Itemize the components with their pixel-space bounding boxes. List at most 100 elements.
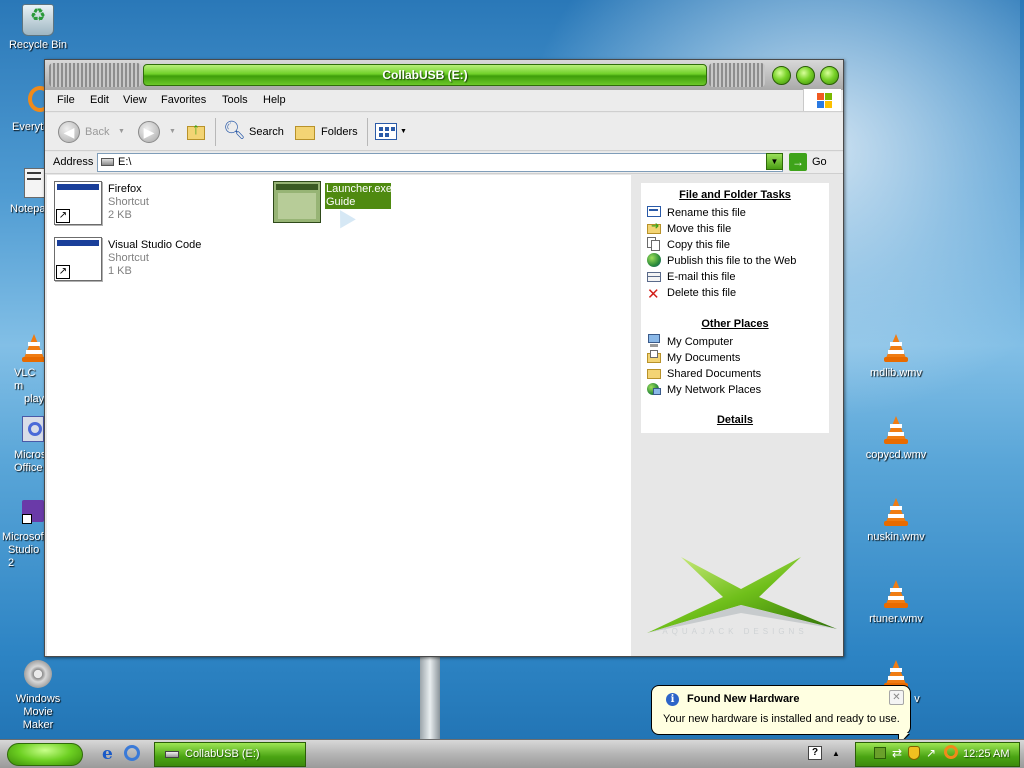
drive-icon xyxy=(165,751,179,758)
task-delete[interactable]: ✕ Delete this file xyxy=(647,285,737,302)
menu-view[interactable]: View xyxy=(123,94,147,106)
start-button[interactable] xyxy=(7,743,83,766)
application-file-icon xyxy=(273,181,321,223)
chevron-up-icon[interactable]: ▲ xyxy=(832,749,840,758)
menu-favorites[interactable]: Favorites xyxy=(161,94,206,106)
address-dropdown-button[interactable]: ▼ xyxy=(766,153,783,170)
desktop-icon-recycle-bin[interactable]: Recycle Bin xyxy=(0,4,76,52)
shortcut-arrow-icon: ↗ xyxy=(56,265,70,279)
wallpaper-pole xyxy=(420,654,440,740)
back-button[interactable]: ◀ Back ▼ xyxy=(58,120,125,144)
desktop-icon-label: Office xyxy=(14,462,43,474)
toolbar: ◀ Back ▼ ▶ ▼ ↑ 🔍︎ Search Folders ▼ xyxy=(45,113,843,151)
taskbar-button-collabusb[interactable]: CollabUSB (E:) xyxy=(154,742,306,767)
desktop-icon-everything[interactable]: Everyth xyxy=(0,86,46,134)
taskbar: e CollabUSB (E:) ? ▲ ⇄ ↗ 12:25 AM xyxy=(0,739,1024,768)
notepad-icon xyxy=(24,168,46,200)
desktop-icon-label: mdlib.wmv xyxy=(870,367,922,379)
task-copy[interactable]: Copy this file xyxy=(647,237,730,253)
vlc-cone-icon xyxy=(880,414,912,446)
file-name: Visual Studio Code xyxy=(108,239,202,251)
details-heading[interactable]: Details xyxy=(641,414,829,426)
brand-text: AQUAJACK DESIGNS xyxy=(662,627,808,636)
address-label: Address xyxy=(53,156,94,168)
desktop-icon-label: Micros xyxy=(14,449,46,461)
place-shared-documents[interactable]: Shared Documents xyxy=(647,366,761,382)
file-name: Firefox xyxy=(108,183,142,195)
views-button[interactable]: ▼ xyxy=(375,120,409,144)
move-icon: ➜ xyxy=(647,221,661,235)
file-item-vscode[interactable]: ↗ Visual Studio Code Shortcut 1 KB xyxy=(54,237,254,285)
notification-balloon[interactable]: i Found New Hardware Your new hardware i… xyxy=(651,685,911,735)
file-list[interactable]: ↗ Firefox Shortcut 2 KB ↗ Visual Studio … xyxy=(47,175,631,656)
documents-icon xyxy=(647,350,661,364)
go-button[interactable]: → xyxy=(789,153,807,171)
copy-icon xyxy=(647,237,661,251)
task-label: Delete this file xyxy=(667,287,737,299)
search-icon: 🔍︎ xyxy=(223,120,246,140)
title-grip xyxy=(709,63,765,87)
globe-icon xyxy=(647,253,661,267)
address-input[interactable]: E:\ xyxy=(97,153,783,172)
close-button[interactable] xyxy=(820,66,839,85)
place-my-documents[interactable]: My Documents xyxy=(647,350,740,366)
network-tray-icon[interactable]: ⇄ xyxy=(892,746,902,760)
task-move[interactable]: ➜ Move this file xyxy=(647,221,731,237)
menu-edit[interactable]: Edit xyxy=(90,94,109,106)
help-icon[interactable]: ? xyxy=(808,746,822,760)
file-item-firefox[interactable]: ↗ Firefox Shortcut 2 KB xyxy=(54,181,214,229)
search-button[interactable]: 🔍︎ Search xyxy=(223,120,287,144)
explorer-window: CollabUSB (E:) File Edit View Favorites … xyxy=(44,59,844,657)
computer-icon xyxy=(647,334,661,348)
file-tasks-heading[interactable]: File and Folder Tasks xyxy=(641,189,829,201)
selected-file-label: Launcher.exe Guide xyxy=(325,183,393,209)
desktop-file-mdlib[interactable]: mdlib.wmv xyxy=(858,332,934,380)
place-my-computer[interactable]: My Computer xyxy=(647,334,733,350)
desktop-icon-label: nuskin.wmv xyxy=(867,531,925,543)
maximize-button[interactable] xyxy=(796,66,815,85)
shortcut-file-icon: ↗ xyxy=(54,237,102,281)
usb-icon[interactable] xyxy=(874,747,886,759)
task-label: Publish this file to the Web xyxy=(667,255,797,267)
place-network[interactable]: My Network Places xyxy=(647,382,761,398)
notification-close-button[interactable]: ✕ xyxy=(889,690,904,705)
up-folder-button[interactable]: ↑ xyxy=(187,120,211,144)
place-label: Shared Documents xyxy=(667,368,762,380)
everything-tray-icon[interactable] xyxy=(944,745,958,759)
desktop-icon-label: Studio 2 xyxy=(8,544,40,569)
clock[interactable]: 12:25 AM xyxy=(963,748,1009,760)
menu-tools[interactable]: Tools xyxy=(222,94,248,106)
chevron-down-icon: ▼ xyxy=(118,128,125,135)
quicklaunch-ie[interactable]: e xyxy=(102,745,120,763)
xbox-logo-icon xyxy=(647,557,837,633)
desktop-icon-visual-studio[interactable]: Microsoft Studio 2 xyxy=(0,496,46,570)
desktop-icon-vlc[interactable]: VLC m play xyxy=(0,332,46,406)
desktop-icon-office[interactable]: Micros Office xyxy=(0,414,46,475)
task-rename[interactable]: Rename this file xyxy=(647,205,746,221)
menu-help[interactable]: Help xyxy=(263,94,286,106)
folders-button[interactable]: Folders xyxy=(295,120,361,144)
mouse-cursor-icon xyxy=(332,205,356,229)
go-label[interactable]: Go xyxy=(812,156,827,168)
desktop-file-nuskin[interactable]: nuskin.wmv xyxy=(858,496,934,544)
mail-icon xyxy=(647,269,661,283)
shortcut-file-icon: ↗ xyxy=(54,181,102,225)
security-shield-icon[interactable] xyxy=(908,746,920,760)
title-bar[interactable]: CollabUSB (E:) xyxy=(45,60,843,90)
desktop-icon-notepad[interactable]: Notepa xyxy=(0,168,46,216)
menu-file[interactable]: File xyxy=(57,94,75,106)
forward-button[interactable]: ▶ ▼ xyxy=(138,120,178,144)
file-name: Launcher.exe xyxy=(326,183,393,195)
other-places-heading[interactable]: Other Places xyxy=(641,318,829,330)
minimize-button[interactable] xyxy=(772,66,791,85)
tray-arrow-icon[interactable]: ↗ xyxy=(926,746,936,760)
desktop-file-rtuner[interactable]: rtuner.wmv xyxy=(858,578,934,626)
task-email[interactable]: E-mail this file xyxy=(647,269,735,285)
task-label: Rename this file xyxy=(667,207,746,219)
back-label: Back xyxy=(85,126,110,138)
desktop-file-copycd[interactable]: copycd.wmv xyxy=(858,414,934,462)
desktop-icon-movie-maker[interactable]: Windows Movie Maker xyxy=(0,658,76,732)
vlc-cone-icon xyxy=(880,332,912,364)
task-publish[interactable]: Publish this file to the Web xyxy=(647,253,796,269)
quicklaunch-desktop[interactable] xyxy=(124,745,142,763)
